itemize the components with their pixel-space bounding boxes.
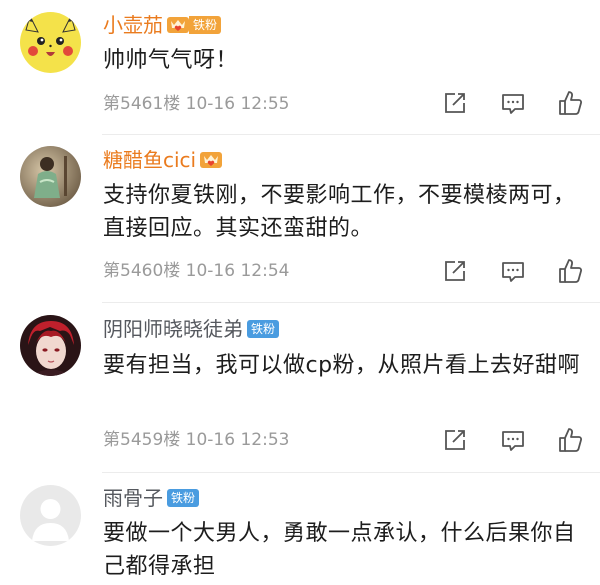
comment-actions bbox=[440, 256, 585, 286]
comment-meta: 第5461楼 10-16 12:55 bbox=[103, 94, 290, 114]
comment-actions bbox=[440, 425, 585, 455]
anime-avatar bbox=[20, 315, 81, 376]
comment-text: 要有担当，我可以做cp粉，从照片看上去好甜啊 bbox=[103, 353, 581, 378]
like-icon[interactable] bbox=[555, 256, 585, 286]
comment-text: 帅帅气气呀！ bbox=[103, 48, 239, 73]
pikachu-avatar bbox=[20, 12, 81, 73]
comment-item: 糖醋鱼cici 支持你夏铁刚，不要影响工作，不要模棱两可，直接回应。其实还蛮甜的… bbox=[0, 135, 600, 303]
like-icon[interactable] bbox=[555, 88, 585, 118]
fan-badge-label: 铁粉 bbox=[189, 16, 222, 34]
comment-item: 小壶茄 铁粉 帅帅气气呀！ 第5461楼 10-16 12:55 bbox=[0, 0, 600, 135]
username[interactable]: 糖醋鱼cici bbox=[103, 145, 196, 175]
comment-meta: 第5459楼 10-16 12:53 bbox=[103, 430, 290, 450]
name-row: 糖醋鱼cici bbox=[103, 145, 223, 175]
username[interactable]: 阴阳师晓晓徒弟 bbox=[103, 314, 243, 344]
comment-text: 要做一个大男人，勇敢一点承认，什么后果你自己都得承担 bbox=[103, 521, 576, 579]
avatar[interactable] bbox=[20, 485, 81, 546]
name-row: 阴阳师晓晓徒弟 铁粉 bbox=[103, 314, 280, 344]
share-icon[interactable] bbox=[440, 256, 470, 286]
fan-badge: 铁粉 bbox=[167, 489, 200, 507]
share-icon[interactable] bbox=[440, 88, 470, 118]
crown-heart-icon bbox=[167, 16, 189, 34]
comment-item: 雨骨子 铁粉 要做一个大男人，勇敢一点承认，什么后果你自己都得承担 bbox=[0, 473, 600, 585]
photo-avatar bbox=[20, 146, 81, 207]
comment-icon[interactable] bbox=[498, 256, 528, 286]
vip-badge bbox=[200, 151, 223, 169]
avatar[interactable] bbox=[20, 315, 81, 376]
username[interactable]: 小壶茄 bbox=[103, 10, 163, 40]
share-icon[interactable] bbox=[440, 425, 470, 455]
comment-icon[interactable] bbox=[498, 88, 528, 118]
fan-badge: 铁粉 bbox=[167, 16, 222, 34]
crown-heart-icon bbox=[200, 151, 223, 169]
default-avatar bbox=[20, 485, 81, 546]
comment-actions bbox=[440, 88, 585, 118]
like-icon[interactable] bbox=[555, 425, 585, 455]
name-row: 小壶茄 铁粉 bbox=[103, 10, 222, 40]
name-row: 雨骨子 铁粉 bbox=[103, 483, 200, 513]
comment-meta: 第5460楼 10-16 12:54 bbox=[103, 261, 290, 281]
fan-badge: 铁粉 bbox=[247, 320, 280, 338]
avatar[interactable] bbox=[20, 12, 81, 73]
username[interactable]: 雨骨子 bbox=[103, 483, 163, 513]
avatar[interactable] bbox=[20, 146, 81, 207]
comment-text: 支持你夏铁刚，不要影响工作，不要模棱两可，直接回应。其实还蛮甜的。 bbox=[103, 183, 576, 241]
comment-icon[interactable] bbox=[498, 425, 528, 455]
comment-item: 阴阳师晓晓徒弟 铁粉 要有担当，我可以做cp粉，从照片看上去好甜啊 第5459楼… bbox=[0, 303, 600, 473]
